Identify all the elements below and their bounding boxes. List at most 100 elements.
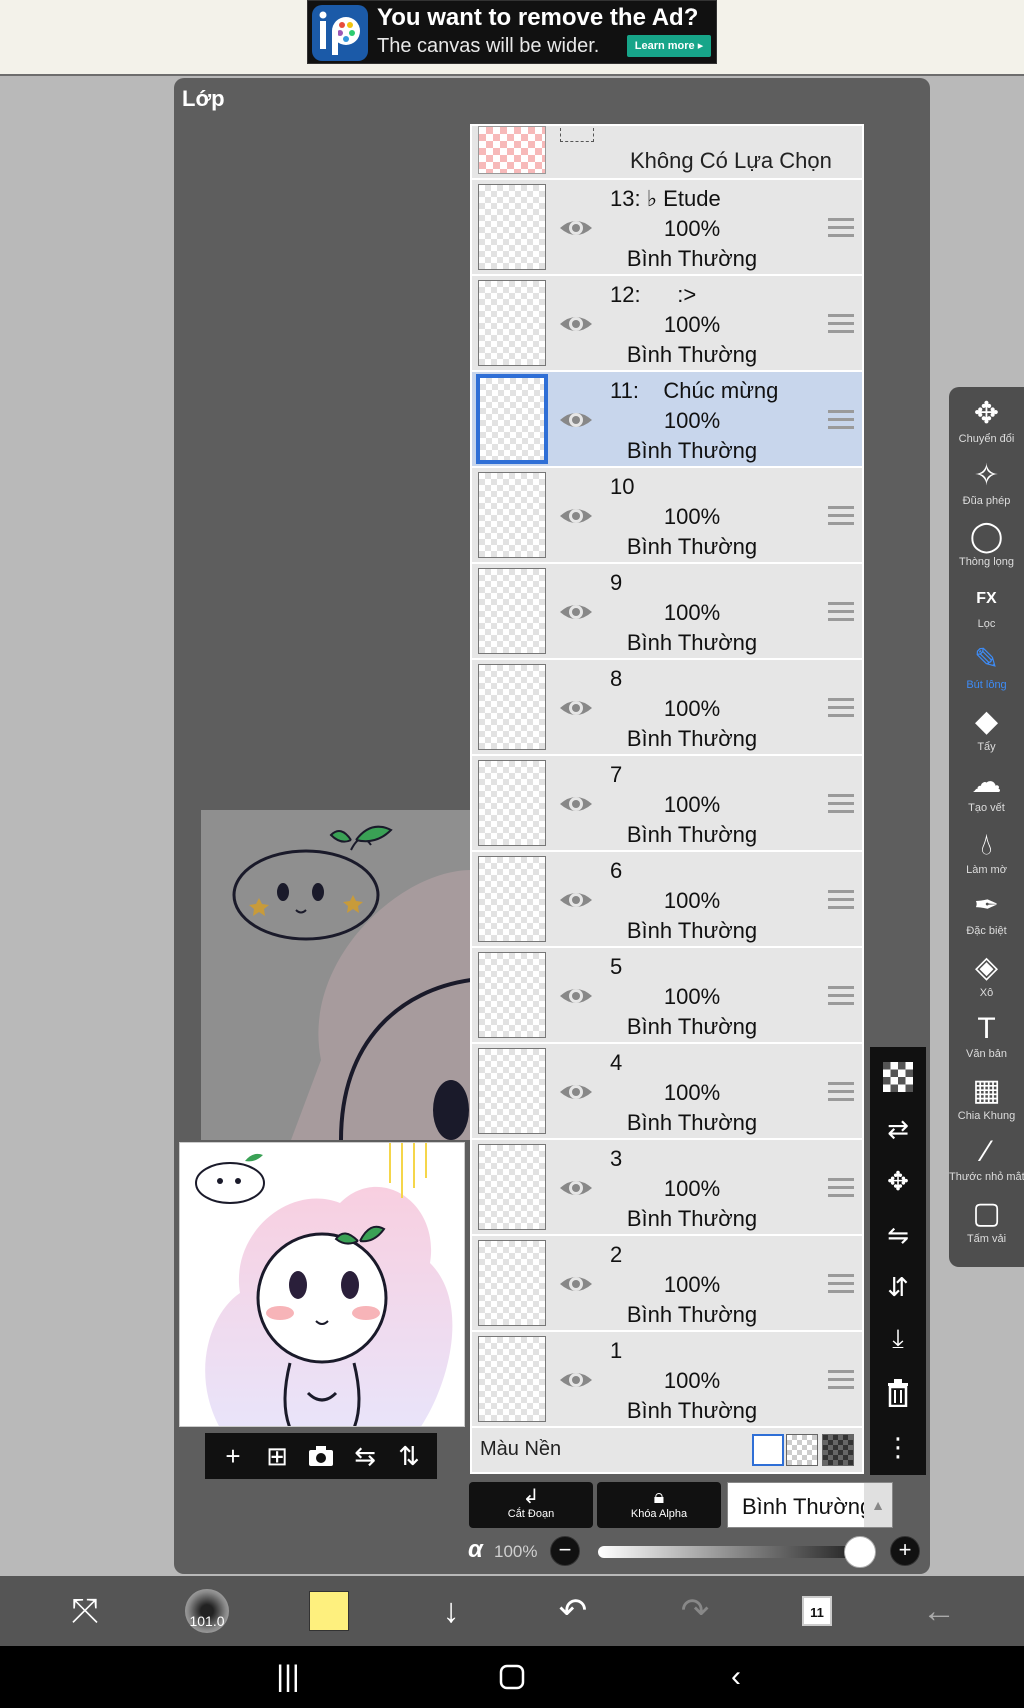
layer-flip-vertical-icon[interactable]: ⇵ xyxy=(878,1267,918,1307)
layer-thumbnail[interactable] xyxy=(478,856,546,942)
layer-thumbnail[interactable] xyxy=(478,568,546,654)
tool-lasso[interactable]: ◯ Thòng lọng xyxy=(949,518,1024,578)
eye-icon[interactable] xyxy=(558,978,594,1014)
tool-eraser[interactable]: ◆ Tẩy xyxy=(949,703,1024,763)
layer-row[interactable]: 4 100% Bình Thường xyxy=(472,1044,862,1140)
drag-handle-icon[interactable] xyxy=(828,986,854,1006)
drag-handle-icon[interactable] xyxy=(828,314,854,334)
layer-thumbnail[interactable] xyxy=(478,1048,546,1134)
camera-icon[interactable] xyxy=(303,1438,339,1474)
drag-handle-icon[interactable] xyxy=(828,890,854,910)
tool-bucket[interactable]: ◈ Xô xyxy=(949,949,1024,1009)
eye-icon[interactable] xyxy=(558,786,594,822)
layer-row[interactable]: 13: ♭ Etude 100% Bình Thường xyxy=(472,180,862,276)
download-arrow-icon[interactable]: ↓ xyxy=(416,1576,486,1646)
layer-row[interactable]: 6 100% Bình Thường xyxy=(472,852,862,948)
drag-handle-icon[interactable] xyxy=(828,506,854,526)
layers-list[interactable]: Không Có Lựa Chọn 13: ♭ Etude 100% Bình Th… xyxy=(470,124,864,1428)
tool-brush[interactable]: ✎ Bút lông xyxy=(949,641,1024,701)
drag-handle-icon[interactable] xyxy=(828,794,854,814)
delete-layer-icon[interactable] xyxy=(878,1373,918,1413)
layer-row[interactable]: 2 100% Bình Thường xyxy=(472,1236,862,1332)
layer-thumbnail[interactable] xyxy=(476,374,548,464)
tool-special-pen[interactable]: ✒ Đặc biệt xyxy=(949,887,1024,947)
opacity-slider[interactable] xyxy=(598,1546,858,1558)
drag-handle-icon[interactable] xyxy=(828,1370,854,1390)
canvas-preview[interactable] xyxy=(201,810,471,1140)
layer-thumbnail[interactable] xyxy=(478,184,546,270)
layer-swap-icon[interactable]: ⇄ xyxy=(878,1109,918,1149)
layer-row[interactable]: 1 100% Bình Thường xyxy=(472,1332,862,1426)
add-layer-icon[interactable]: + xyxy=(215,1438,251,1474)
drag-handle-icon[interactable] xyxy=(828,1178,854,1198)
layer-thumbnail[interactable] xyxy=(478,472,546,558)
layer-row[interactable]: 10 100% Bình Thường xyxy=(472,468,862,564)
recent-apps-icon[interactable]: ||| xyxy=(258,1656,318,1698)
eye-icon[interactable] xyxy=(558,1266,594,1302)
layers-button[interactable]: 11 xyxy=(782,1576,852,1646)
layer-thumbnail[interactable] xyxy=(478,952,546,1038)
flip-horizontal-icon[interactable]: ⇆ xyxy=(347,1438,383,1474)
eye-icon[interactable] xyxy=(558,210,594,246)
drag-handle-icon[interactable] xyxy=(828,602,854,622)
alpha-lock-button[interactable]: 🔒︎ Khóa Alpha xyxy=(597,1482,721,1528)
undo-icon[interactable]: ↶ xyxy=(538,1576,608,1646)
layer-thumbnail[interactable] xyxy=(478,1240,546,1326)
tool-magic-wand[interactable]: ✧ Đũa phép xyxy=(949,457,1024,517)
clipping-button[interactable]: ↲ Cắt Đoạn xyxy=(469,1482,593,1528)
background-white-swatch[interactable] xyxy=(752,1434,784,1466)
layer-thumbnail[interactable] xyxy=(478,664,546,750)
layer-row[interactable]: 9 100% Bình Thường xyxy=(472,564,862,660)
layer-row[interactable]: 5 100% Bình Thường xyxy=(472,948,862,1044)
tool-eyedropper[interactable]: ⁄ Thước nhỏ mắt xyxy=(949,1133,1024,1193)
layer-thumbnail[interactable] xyxy=(478,280,546,366)
learn-more-button[interactable]: Learn more ▸ xyxy=(627,35,711,57)
eye-icon[interactable] xyxy=(558,498,594,534)
drag-handle-icon[interactable] xyxy=(828,410,854,430)
eye-icon[interactable] xyxy=(558,1074,594,1110)
color-button[interactable] xyxy=(294,1576,364,1646)
eye-icon[interactable] xyxy=(558,1170,594,1206)
flip-vertical-icon[interactable]: ⇅ xyxy=(391,1438,427,1474)
eye-icon[interactable] xyxy=(558,402,594,438)
layer-row[interactable]: 8 100% Bình Thường xyxy=(472,660,862,756)
layer-row[interactable]: 11: Chúc mừng 100% Bình Thường xyxy=(472,372,862,468)
layer-thumbnail[interactable] xyxy=(478,760,546,846)
layer-row[interactable]: 7 100% Bình Thường xyxy=(472,756,862,852)
tool-text[interactable]: T Văn bản xyxy=(949,1010,1024,1070)
opacity-increase-button[interactable]: + xyxy=(890,1536,920,1566)
selection-layer[interactable]: Không Có Lựa Chọn xyxy=(472,126,862,180)
layer-row[interactable]: 3 100% Bình Thường xyxy=(472,1140,862,1236)
eye-icon[interactable] xyxy=(558,594,594,630)
eye-icon[interactable] xyxy=(558,882,594,918)
merge-down-icon[interactable]: ⤓ xyxy=(878,1319,918,1359)
eye-icon[interactable] xyxy=(558,1362,594,1398)
transform-tool-icon[interactable]: ⤧ xyxy=(50,1576,120,1646)
layer-row[interactable]: 12: :> 100% Bình Thường xyxy=(472,276,862,372)
eye-icon[interactable] xyxy=(558,690,594,726)
tool-blur[interactable]: 💧︎ Làm mờ xyxy=(949,826,1024,886)
drag-handle-icon[interactable] xyxy=(828,1274,854,1294)
more-options-icon[interactable]: ⋮ xyxy=(878,1427,918,1467)
background-transparent-swatch[interactable] xyxy=(786,1434,818,1466)
back-arrow-icon[interactable]: ← xyxy=(904,1576,974,1646)
redo-icon[interactable]: ↷ xyxy=(660,1576,730,1646)
layer-flip-horizontal-icon[interactable]: ⇋ xyxy=(878,1215,918,1255)
canvas-thumbnail[interactable] xyxy=(179,1142,465,1427)
layer-thumbnail[interactable] xyxy=(478,1144,546,1230)
tool-canvas[interactable]: ▢ Tấm vải xyxy=(949,1195,1024,1255)
tool-move[interactable]: ✥ Chuyển đổi xyxy=(949,395,1024,455)
tool-frame-divider[interactable]: ▦ Chia Khung xyxy=(949,1072,1024,1132)
drag-handle-icon[interactable] xyxy=(828,218,854,238)
transparent-fill-icon[interactable] xyxy=(878,1057,918,1097)
opacity-decrease-button[interactable]: − xyxy=(550,1536,580,1566)
home-icon[interactable] xyxy=(482,1656,542,1698)
brush-size-button[interactable]: 101.0 xyxy=(172,1576,242,1646)
layer-thumbnail[interactable] xyxy=(478,1336,546,1422)
ad-banner[interactable]: You want to remove the Ad? The canvas wi… xyxy=(307,0,717,64)
background-dark-swatch[interactable] xyxy=(822,1434,854,1466)
add-image-layer-icon[interactable]: ⊞ xyxy=(259,1438,295,1474)
blend-mode-select[interactable]: Bình Thường ▲ xyxy=(727,1482,893,1528)
drag-handle-icon[interactable] xyxy=(828,1082,854,1102)
opacity-slider-thumb[interactable] xyxy=(844,1536,876,1568)
